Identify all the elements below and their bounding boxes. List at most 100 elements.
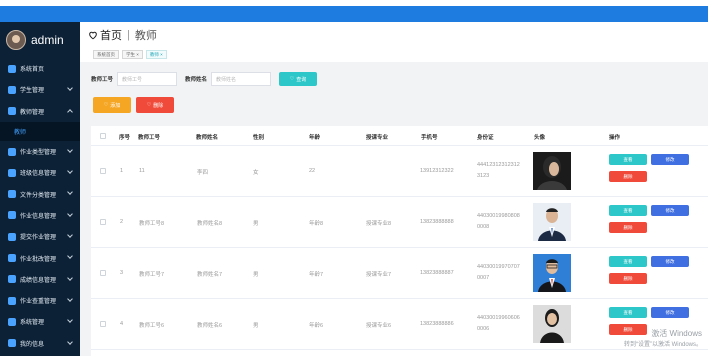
cell-idcard-line2: 0006 <box>477 326 490 332</box>
row-checkbox[interactable] <box>100 270 106 276</box>
sidebar-item-students[interactable]: 学生管理 <box>0 79 80 100</box>
chevron-down-icon <box>67 274 73 281</box>
tab-students[interactable]: 学生 × <box>122 49 143 59</box>
teacher-avatar-image <box>533 152 571 190</box>
brand: admin <box>0 22 80 58</box>
cell-idcard-line1: 44030019970707 <box>477 264 520 270</box>
cell-phone: 13912312322 <box>420 168 454 174</box>
delete-button[interactable]: 删除 <box>609 273 647 284</box>
row-checkbox[interactable] <box>100 321 106 327</box>
cell-idcard-line1: 44412312312312 <box>477 162 520 168</box>
batch-delete-button[interactable]: ♡ 删除 <box>136 97 174 113</box>
delete-button[interactable]: 删除 <box>609 171 647 182</box>
cell-age: 年龄7 <box>309 272 324 278</box>
column-header-idcard: 身份证 <box>477 135 494 141</box>
column-header-index: 序号 <box>119 135 131 141</box>
cell-teacher-name: 教师姓名7 <box>197 272 223 278</box>
view-button[interactable]: 查看 <box>609 154 647 165</box>
cell-idcard-line2: 3123 <box>477 173 490 179</box>
sidebar-item-system[interactable]: 系统管理 <box>0 311 80 332</box>
cell-major: 授课专业6 <box>366 323 392 329</box>
chevron-down-icon <box>67 317 73 324</box>
home-icon <box>8 64 16 73</box>
search-button-label: 查询 <box>296 76 307 83</box>
sidebar-item-classes[interactable]: 班级信息管理 <box>0 162 80 183</box>
chevron-down-icon <box>67 232 73 238</box>
teacher-avatar-image <box>533 305 571 343</box>
view-button[interactable]: 查看 <box>609 205 647 216</box>
column-header-teacher-name: 教师姓名 <box>196 135 219 141</box>
view-button[interactable]: 查看 <box>609 307 647 318</box>
teacher-table: 序号 教师工号 教师姓名 性别 年龄 授课专业 手机号 身份证 头像 操作 1 … <box>91 126 708 356</box>
sidebar-item-file-categories[interactable]: 文件分类管理 <box>0 183 80 204</box>
sidebar-item-label: 作业查重管理 <box>20 299 57 306</box>
sidebar-item-teachers[interactable]: 教师管理 <box>0 100 80 122</box>
column-header-actions: 操作 <box>609 135 621 141</box>
grid-icon <box>8 211 16 220</box>
grid-icon <box>8 296 16 305</box>
cell-age: 22 <box>309 168 316 174</box>
batch-delete-label: 删除 <box>153 102 164 109</box>
grid-icon <box>8 147 16 156</box>
cell-index: 2 <box>120 219 124 225</box>
grid-icon <box>8 275 16 284</box>
heart-icon: ♡ <box>146 102 152 108</box>
heart-icon: ♡ <box>103 102 109 108</box>
teacher-name-input[interactable]: 教师姓名 <box>211 72 272 86</box>
add-button-label: 添加 <box>110 102 121 109</box>
teacher-id-label: 教师工号 <box>91 77 114 83</box>
teacher-id-input[interactable]: 教师工号 <box>117 72 178 86</box>
sidebar: admin 系统首页 学生管理 教师管理 教师 作业类型管理 班级信息管理 文件… <box>0 22 80 356</box>
chevron-down-icon <box>67 189 73 196</box>
row-checkbox[interactable] <box>100 168 106 174</box>
delete-button-label: 删除 <box>623 275 633 281</box>
chevron-down-icon <box>67 253 73 260</box>
sidebar-item-grading[interactable]: 作业批改管理 <box>0 247 80 268</box>
sidebar-item-label: 提交作业管理 <box>20 235 57 242</box>
sidebar-item-submissions[interactable]: 提交作业管理 <box>0 226 80 247</box>
edit-button[interactable]: 修改 <box>651 307 689 318</box>
cell-phone: 13823888888 <box>420 219 454 225</box>
breadcrumb: 首页 | 教师 <box>80 22 708 48</box>
edit-button[interactable]: 修改 <box>651 205 689 216</box>
column-header-teacher-id: 教师工号 <box>138 135 161 141</box>
sidebar-item-homework-info[interactable]: 作业信息管理 <box>0 205 80 226</box>
cell-teacher-id: 11 <box>139 168 145 174</box>
view-button-label: 查看 <box>623 309 633 315</box>
avatar[interactable] <box>6 30 26 50</box>
table-row: 2 教师工号8 教师姓名8 男 年龄8 授课专业8 13823888888 44… <box>91 197 708 248</box>
cell-phone: 13823888887 <box>420 270 454 276</box>
edit-button[interactable]: 修改 <box>651 154 689 165</box>
sidebar-item-my-info[interactable]: 我的信息 <box>0 333 80 354</box>
top-blue-band <box>0 6 708 22</box>
cell-index: 1 <box>120 168 124 174</box>
table-row: 4 教师工号6 教师姓名6 男 年龄6 授课专业6 13823888886 44… <box>91 299 708 350</box>
cell-teacher-name: 李四 <box>197 170 209 176</box>
delete-button[interactable]: 删除 <box>609 222 647 233</box>
select-all-checkbox[interactable] <box>100 133 106 139</box>
column-header-age: 年龄 <box>309 135 321 141</box>
view-button[interactable]: 查看 <box>609 256 647 267</box>
sidebar-item-scores[interactable]: 成绩信息管理 <box>0 269 80 290</box>
add-button[interactable]: ♡ 添加 <box>93 97 131 113</box>
search-button[interactable]: ♡ 查询 <box>279 72 318 86</box>
breadcrumb-home[interactable]: 首页 <box>100 27 122 43</box>
tab-home[interactable]: 系统首页 <box>93 49 119 59</box>
cell-age: 年龄8 <box>309 221 324 227</box>
grid-icon <box>8 254 16 263</box>
sidebar-item-plagiarism[interactable]: 作业查重管理 <box>0 290 80 311</box>
sidebar-subitem-teacher[interactable]: 教师 <box>0 121 80 141</box>
chevron-down-icon <box>67 210 73 217</box>
tab-teachers[interactable]: 教师 × <box>145 49 167 59</box>
sidebar-item-home[interactable]: 系统首页 <box>0 58 80 79</box>
cell-index: 4 <box>120 321 124 327</box>
breadcrumb-current: 教师 <box>134 30 157 42</box>
grid-icon <box>8 168 16 177</box>
sidebar-item-homework-types[interactable]: 作业类型管理 <box>0 141 80 162</box>
row-checkbox[interactable] <box>100 219 106 225</box>
edit-button-label: 修改 <box>665 309 675 315</box>
edit-button[interactable]: 修改 <box>651 256 689 267</box>
windows-activation-watermark: 激活 Windows 转到“设置”以激活 Windows。 <box>624 328 702 348</box>
teacher-icon <box>8 107 16 116</box>
person-icon <box>8 190 16 199</box>
